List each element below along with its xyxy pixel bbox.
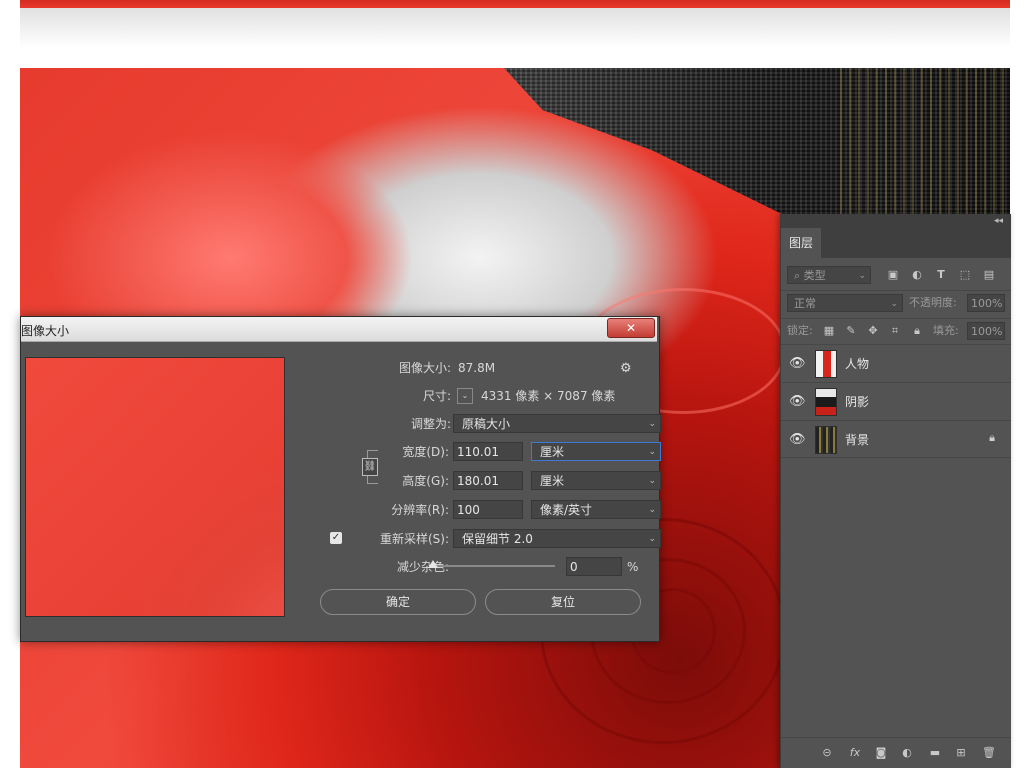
lock-position-icon[interactable]: ✥ xyxy=(865,323,881,339)
dimensions-label: 尺寸: xyxy=(422,389,451,403)
fit-to-select[interactable]: 原稿大小 ⌄ xyxy=(453,414,661,433)
layers-footer: ⊝ fx ◙ ◐ ▬ ⊞ 🗑︎ xyxy=(781,737,1011,768)
reduce-noise-slider[interactable] xyxy=(433,565,555,567)
height-unit-select[interactable]: 厘米 ⌄ xyxy=(531,471,661,490)
lock-label: 锁定: xyxy=(787,324,813,337)
image-size-dialog: 图像大小 ✕ 图像大小: 87.8M ⚙ 尺寸: ⌄ 4331 像素 × 708… xyxy=(20,316,661,642)
layer-row-background[interactable]: 👁︎ 背景 🔒︎ xyxy=(781,420,1011,458)
image-size-value: 87.8M xyxy=(458,361,496,375)
new-group-icon[interactable]: ▬ xyxy=(927,745,943,761)
fill-label: 填充: xyxy=(933,324,959,337)
resample-label: 重新采样(S): xyxy=(379,532,449,546)
blend-row: 正常 ⌄ 不透明度: 100% xyxy=(781,292,1011,314)
visibility-eye-icon[interactable]: 👁︎ xyxy=(789,356,806,371)
layer-kind-filter[interactable]: ⌕ 类型 ⌄ xyxy=(787,266,871,284)
resolution-unit-select[interactable]: 像素/英寸 ⌄ xyxy=(531,500,661,519)
search-icon: ⌕ xyxy=(794,269,804,282)
artwork-top-band xyxy=(20,0,1010,8)
lock-artboard-icon[interactable]: ⌗ xyxy=(887,323,903,339)
dimensions-unit-dropdown[interactable]: ⌄ xyxy=(457,388,473,404)
image-size-label: 图像大小: xyxy=(398,361,451,375)
lock-row: 锁定: ▦ ✎ ✥ ⌗ 🔒︎ 填充: 100% xyxy=(781,320,1011,342)
percent-label: % xyxy=(627,560,639,574)
gold-glitter xyxy=(840,68,1010,218)
layer-row-person[interactable]: 👁︎ 人物 xyxy=(781,344,1011,382)
image-preview[interactable] xyxy=(25,357,285,617)
new-layer-icon[interactable]: ⊞ xyxy=(953,745,969,761)
fill-field[interactable]: 100% xyxy=(967,322,1005,340)
fit-to-label: 调整为: xyxy=(410,417,451,431)
panel-top-strip: ◂◂ xyxy=(781,214,1011,228)
dialog-title: 图像大小 xyxy=(21,324,70,338)
adjustment-filter-icon[interactable]: ◐ xyxy=(909,267,925,283)
link-layers-icon[interactable]: ⊝ xyxy=(819,745,835,761)
tab-layers[interactable]: 图层 xyxy=(781,228,821,258)
collapse-icon[interactable]: ◂◂ xyxy=(994,214,1003,228)
reset-button[interactable]: 复位 xyxy=(485,589,641,615)
lock-all-icon[interactable]: 🔒︎ xyxy=(909,323,925,339)
width-input[interactable]: 110.01 xyxy=(453,442,523,461)
close-button[interactable]: ✕ xyxy=(607,318,655,338)
layer-thumbnail xyxy=(815,350,837,378)
adjustment-layer-icon[interactable]: ◐ xyxy=(899,745,915,761)
blend-mode-label: 正常 xyxy=(794,297,816,310)
width-label: 宽度(D): xyxy=(402,445,449,459)
opacity-field[interactable]: 100% xyxy=(967,294,1005,312)
trash-icon[interactable]: 🗑︎ xyxy=(981,745,997,761)
resolution-label: 分辨率(R): xyxy=(391,503,449,517)
add-mask-icon[interactable]: ◙ xyxy=(873,745,889,761)
type-filter-icon[interactable]: T xyxy=(933,267,949,283)
pixel-filter-icon[interactable]: ▣ xyxy=(885,267,901,283)
panel-tab-bar: 图层 xyxy=(781,228,1011,258)
layers-panel: ◂◂ 图层 ⌕ 类型 ⌄ ▣ ◐ T ⬚ ▤ 正常 ⌄ 不透明度: 100% 锁定:… xyxy=(780,214,1011,768)
resample-method-value: 保留细节 2.0 xyxy=(462,532,533,546)
layer-name: 人物 xyxy=(845,357,870,371)
width-unit-select[interactable]: 厘米 ⌄ xyxy=(531,442,661,461)
slider-handle[interactable] xyxy=(428,560,438,568)
resolution-unit-value: 像素/英寸 xyxy=(540,503,593,517)
width-unit-value: 厘米 xyxy=(540,445,565,459)
layer-name: 背景 xyxy=(845,433,870,447)
artwork-top-shadow xyxy=(20,8,1010,48)
lock-icon[interactable]: 🔒︎ xyxy=(989,431,995,445)
layer-filter-row: ⌕ 类型 ⌄ ▣ ◐ T ⬚ ▤ xyxy=(781,264,1011,286)
dimensions-value: 4331 像素 × 7087 像素 xyxy=(481,389,616,403)
lock-paint-icon[interactable]: ✎ xyxy=(843,323,859,339)
layer-thumbnail xyxy=(815,426,837,454)
visibility-eye-icon[interactable]: 👁︎ xyxy=(789,432,806,447)
divider xyxy=(781,318,1011,319)
fit-to-value: 原稿大小 xyxy=(462,417,511,431)
height-label: 高度(G): xyxy=(402,474,449,488)
smart-object-filter-icon[interactable]: ▤ xyxy=(981,267,997,283)
visibility-eye-icon[interactable]: 👁︎ xyxy=(789,394,806,409)
blend-mode-select[interactable]: 正常 ⌄ xyxy=(787,294,903,312)
fx-icon[interactable]: fx xyxy=(847,745,863,761)
divider xyxy=(781,290,1011,291)
dialog-titlebar: 图像大小 ✕ xyxy=(21,317,657,342)
resample-checkbox[interactable]: ✓ xyxy=(330,532,342,544)
layer-thumbnail xyxy=(815,388,837,416)
height-unit-value: 厘米 xyxy=(540,474,565,488)
layer-name: 阴影 xyxy=(845,395,870,409)
opacity-label: 不透明度: xyxy=(909,296,957,309)
resample-method-select[interactable]: 保留细节 2.0 ⌄ xyxy=(453,529,661,548)
filter-kind-label: 类型 xyxy=(803,269,826,282)
gear-icon[interactable]: ⚙ xyxy=(620,361,632,376)
reduce-noise-input[interactable]: 0 xyxy=(566,557,622,576)
shape-filter-icon[interactable]: ⬚ xyxy=(957,267,973,283)
resolution-input[interactable]: 100 xyxy=(453,500,523,519)
layer-row-shadow[interactable]: 👁︎ 阴影 xyxy=(781,382,1011,420)
ok-button[interactable]: 确定 xyxy=(320,589,476,615)
height-input[interactable]: 180.01 xyxy=(453,471,523,490)
lock-transparency-icon[interactable]: ▦ xyxy=(821,323,837,339)
